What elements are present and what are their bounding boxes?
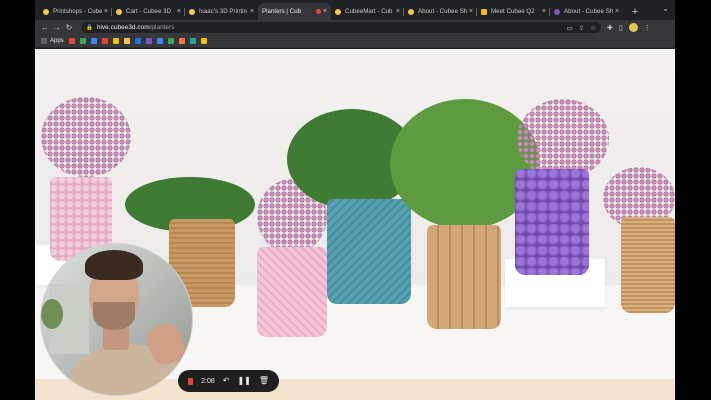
tab-title: Planters | Cub: [262, 8, 302, 15]
stop-recording-button[interactable]: [188, 377, 194, 385]
background-plant: [41, 299, 63, 329]
back-arrow-icon[interactable]: ←: [39, 23, 51, 32]
recording-controls: 2:08 ↶ ❚❚ 🗑: [178, 370, 279, 392]
bookmark-star-icon[interactable]: ☆: [590, 24, 596, 32]
url-host: hive.cubee3d.com: [96, 24, 150, 31]
lavender-flowers: [41, 97, 131, 177]
bookmark-icon[interactable]: [167, 38, 174, 44]
close-icon[interactable]: ×: [396, 8, 400, 15]
apps-grid-icon: [41, 38, 47, 44]
tan-bubble-planter: [427, 225, 501, 329]
bookmark-icon[interactable]: [101, 38, 108, 44]
tab-title: Isaac's 3D Printin: [199, 8, 247, 15]
restart-icon[interactable]: ↶: [223, 377, 230, 385]
cubee-favicon-icon: [43, 8, 49, 15]
share-icon[interactable]: ⇪: [579, 24, 584, 32]
pink-chevron-planter: [257, 247, 327, 337]
close-icon[interactable]: ×: [542, 8, 546, 15]
tab-about-cubee[interactable]: About - Cubee Sh ×: [404, 3, 477, 20]
toolbar: ← → ↻ 🔒 hive.cubee3d.com/planters ▭ ⇪ ☆ …: [35, 20, 675, 35]
pause-icon[interactable]: ❚❚: [237, 377, 250, 385]
close-icon[interactable]: ×: [250, 8, 254, 15]
recording-timer: 2:08: [201, 377, 215, 385]
forward-arrow-icon[interactable]: →: [51, 23, 63, 32]
bookmark-icon[interactable]: [178, 38, 185, 44]
tab-printshops[interactable]: Printshops - Cubee ×: [39, 3, 112, 20]
bookmark-icon[interactable]: [79, 38, 86, 44]
tab-isaacs-3d-printing[interactable]: Isaac's 3D Printin ×: [185, 3, 258, 20]
blue-chevron-planter: [327, 199, 411, 304]
bookmark-icon[interactable]: [90, 38, 97, 44]
chevron-down-icon[interactable]: ⌄: [662, 4, 669, 13]
tab-meet-cubee[interactable]: Meet Cubee Q2 ×: [477, 3, 550, 20]
site-favicon-icon: [554, 8, 560, 15]
tab-cart[interactable]: Cart - Cubee 3D ×: [112, 3, 185, 20]
bookmark-icon[interactable]: [123, 38, 130, 44]
cubee-favicon-icon: [335, 8, 341, 15]
bookmark-icon[interactable]: [156, 38, 163, 44]
lock-icon[interactable]: 🔒: [86, 25, 93, 31]
new-tab-button[interactable]: +: [627, 3, 643, 20]
close-icon[interactable]: ×: [323, 8, 327, 15]
close-icon[interactable]: ×: [177, 8, 181, 15]
trash-icon[interactable]: 🗑: [259, 377, 269, 385]
tab-about-cubee-2[interactable]: About - Cubee Sh ×: [550, 3, 623, 20]
tab-title: Meet Cubee Q2: [491, 8, 535, 15]
cubee-favicon-icon: [189, 8, 195, 15]
bookmark-icon[interactable]: [68, 38, 75, 44]
address-bar[interactable]: 🔒 hive.cubee3d.com/planters ▭ ⇪ ☆: [81, 22, 601, 33]
tab-cubeemart[interactable]: CubeeMart - Cub ×: [331, 3, 404, 20]
tab-planters[interactable]: Planters | Cub ×: [258, 3, 331, 20]
apps-shortcut[interactable]: Apps: [41, 38, 64, 44]
bookmark-icon[interactable]: [145, 38, 152, 44]
presenter-beard: [93, 302, 135, 330]
profile-avatar[interactable]: [628, 23, 638, 32]
bookmark-icon[interactable]: [200, 38, 207, 44]
url-path: /planters: [149, 24, 175, 31]
apps-label: Apps: [50, 38, 64, 44]
side-panel-icon[interactable]: ▯: [619, 24, 623, 32]
cast-icon[interactable]: ▭: [567, 24, 573, 32]
bookmarks-bar: Apps: [35, 35, 675, 48]
cubee-favicon-icon: [408, 8, 414, 15]
extensions-puzzle-icon[interactable]: ✚: [607, 24, 613, 32]
lavender-flowers: [517, 99, 609, 179]
tab-title: Printshops - Cubee: [53, 8, 102, 15]
bookmark-icon[interactable]: [134, 38, 141, 44]
presenter-hair: [85, 250, 143, 280]
tab-title: About - Cubee Sh: [418, 8, 467, 15]
close-icon[interactable]: ×: [615, 8, 619, 15]
close-icon[interactable]: ×: [469, 8, 473, 15]
close-icon[interactable]: ×: [104, 8, 108, 15]
purple-bubble-planter: [515, 169, 589, 275]
tab-title: Cart - Cubee 3D: [126, 8, 172, 15]
recording-indicator-icon: [315, 9, 321, 14]
tab-strip: Printshops - Cubee × Cart - Cubee 3D × I…: [35, 0, 675, 20]
kebab-menu-icon[interactable]: ⋮: [644, 24, 651, 32]
slides-favicon-icon: [481, 8, 487, 15]
bookmark-icon[interactable]: [189, 38, 196, 44]
tab-title: About - Cubee Sh: [564, 8, 613, 15]
webcam-bubble[interactable]: [40, 243, 193, 396]
tab-title: CubeeMart - Cub: [345, 8, 393, 15]
bookmark-icon[interactable]: [112, 38, 119, 44]
reload-icon[interactable]: ↻: [63, 23, 75, 32]
cubee-favicon-icon: [116, 8, 122, 15]
tan-ribbed-planter: [621, 217, 675, 313]
